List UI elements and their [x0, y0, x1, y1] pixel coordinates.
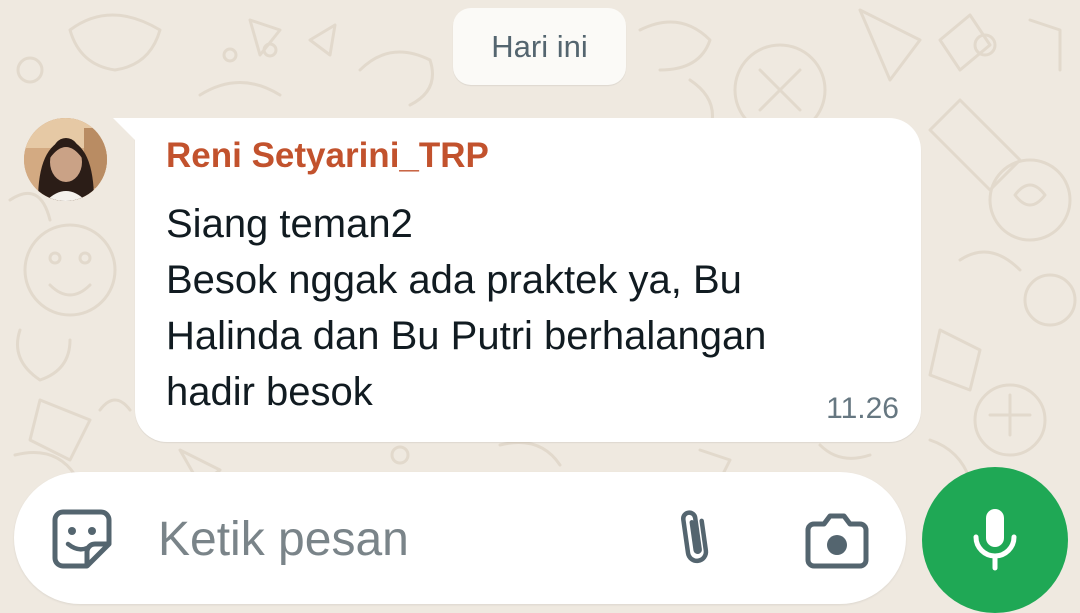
microphone-icon	[973, 509, 1017, 571]
date-divider: Hari ini	[453, 8, 626, 85]
date-divider-label: Hari ini	[491, 28, 588, 64]
message-line: Halinda dan Bu Putri berhalangan	[166, 314, 767, 358]
message-timestamp: 11.26	[826, 392, 899, 425]
avatar-photo	[24, 118, 107, 201]
message-bubble[interactable]: Reni Setyarini_TRP Siang teman2 Besok ng…	[113, 118, 921, 442]
message-text: Siang teman2 Besok nggak ada praktek ya,…	[166, 196, 906, 420]
message-line: Siang teman2	[166, 202, 413, 246]
message-line: hadir besok	[166, 370, 373, 414]
sticker-smiley-icon[interactable]	[51, 508, 113, 570]
message-composer: Ketik pesan	[14, 472, 906, 604]
message-input[interactable]: Ketik pesan	[158, 512, 409, 567]
message-line: Besok nggak ada praktek ya, Bu	[166, 258, 742, 302]
voice-record-button[interactable]	[922, 467, 1068, 613]
bubble-tail	[113, 118, 137, 142]
sender-avatar[interactable]	[24, 118, 107, 201]
camera-icon[interactable]	[804, 512, 870, 570]
sender-name[interactable]: Reni Setyarini_TRP	[166, 136, 489, 176]
paperclip-icon[interactable]	[670, 506, 720, 570]
